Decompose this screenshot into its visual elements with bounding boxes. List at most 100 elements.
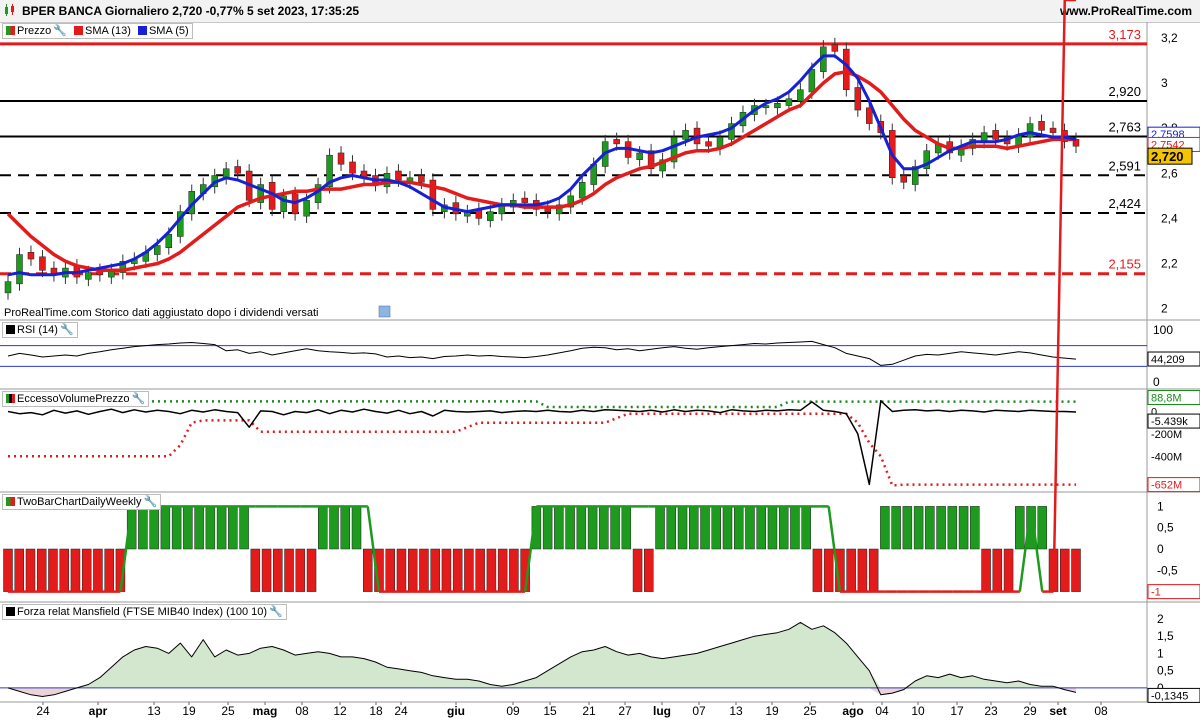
two-bar (880, 506, 890, 550)
two-bar (644, 548, 654, 592)
two-bar (138, 506, 148, 550)
candle-body (4, 281, 12, 294)
two-bar (891, 506, 901, 550)
two-bar (407, 548, 418, 592)
x-tick-label: 24 (36, 704, 50, 718)
two-bar (340, 506, 351, 550)
rsi-last-value: 44,209 (1151, 354, 1185, 366)
level-label: 2,155 (1108, 257, 1141, 272)
two-bar (565, 506, 575, 550)
level-label: 2,763 (1108, 119, 1141, 134)
two-bar (925, 506, 935, 550)
two-bar (1071, 548, 1081, 592)
two-bar (767, 506, 778, 550)
two-bar (396, 548, 407, 592)
price-tick-label: 2,4 (1161, 211, 1178, 225)
twobar-tick-label: 0 (1157, 542, 1164, 556)
evp-label: EccessoVolumePrezzo (17, 393, 130, 405)
candle-body (165, 233, 173, 249)
two-bar (632, 548, 643, 592)
two-bar (160, 506, 171, 550)
two-bar (711, 506, 722, 550)
candle-body (395, 170, 402, 181)
x-tick-label: 25 (803, 704, 817, 718)
data-note: ProRealTime.com Storico dati aggiustato … (4, 307, 319, 319)
candle-body (39, 256, 46, 271)
two-bar (183, 506, 193, 550)
two-bar (48, 548, 58, 592)
wrench-icon[interactable]: 🔧 (269, 606, 283, 618)
x-tick-label: 19 (765, 704, 779, 718)
two-bar (273, 548, 283, 592)
candle-body (521, 197, 529, 203)
candle-body (578, 182, 586, 199)
x-tick-label: 13 (729, 704, 743, 718)
two-bar (475, 548, 485, 592)
level-label: 3,173 (1108, 27, 1141, 42)
two-bar (250, 548, 261, 592)
evp-upper-last-value: 88,8M (1151, 393, 1182, 405)
mansfield-negative-area (8, 687, 1076, 697)
two-bar (3, 548, 13, 592)
mansfield-legend[interactable]: Forza relat Mansfield (FTSE MIB40 Index)… (2, 604, 287, 620)
x-tick-label: 21 (582, 704, 596, 718)
twobar-label: TwoBarChartDailyWeekly (17, 496, 142, 508)
level-label: 2,424 (1108, 196, 1141, 211)
two-bar (1037, 506, 1048, 550)
x-tick-label: giu (447, 704, 465, 718)
two-bar (70, 548, 81, 592)
evp-lower-line (8, 412, 1076, 487)
price-legend[interactable]: Prezzo 🔧 SMA (13) SMA (5) (2, 23, 193, 39)
candle-body (154, 245, 161, 255)
two-bar (610, 506, 620, 550)
evp-legend[interactable]: EccessoVolumePrezzo 🔧 (2, 391, 150, 407)
wrench-icon[interactable]: 🔧 (132, 393, 146, 405)
x-tick-label: 13 (147, 704, 161, 718)
two-bar (790, 506, 800, 550)
evp-swatch-icon (6, 394, 15, 403)
two-bar (823, 548, 834, 592)
two-bar (981, 548, 991, 592)
twobar-legend[interactable]: TwoBarChartDailyWeekly 🔧 (2, 494, 162, 510)
x-tick-label: 10 (911, 704, 925, 718)
sma13-legend[interactable]: SMA (13) (74, 25, 131, 37)
two-bar (295, 548, 306, 592)
x-tick-label: 07 (692, 704, 706, 718)
wrench-icon[interactable]: 🔧 (60, 324, 74, 336)
mansfield-last-value: -0,1345 (1151, 690, 1188, 702)
two-bar (93, 548, 103, 592)
two-bar (689, 506, 699, 550)
two-bar-line (1052, 0, 1067, 592)
candle-body (705, 141, 712, 147)
two-bar (194, 506, 204, 550)
table-icon (378, 305, 391, 318)
x-tick-label: 24 (394, 704, 408, 718)
candle-body (774, 103, 781, 109)
two-bar (464, 548, 474, 592)
rsi-swatch-icon (6, 325, 15, 334)
candle-body (866, 107, 873, 124)
two-bar (542, 506, 553, 550)
x-tick-label: apr (89, 704, 108, 718)
two-bar (419, 548, 429, 592)
evp-indicator-line (7, 400, 1077, 486)
two-bar (351, 506, 362, 550)
wrench-icon[interactable]: 🔧 (144, 496, 158, 508)
wrench-icon[interactable]: 🔧 (53, 25, 67, 37)
candle-body (831, 44, 839, 52)
sma5-legend[interactable]: SMA (5) (137, 25, 189, 37)
x-tick-label: 04 (875, 704, 889, 718)
two-bar (733, 506, 744, 550)
x-tick-label: 23 (984, 704, 998, 718)
two-bar (228, 506, 238, 550)
candle-body (613, 139, 620, 145)
rsi-legend[interactable]: RSI (14) 🔧 (2, 322, 78, 338)
x-tick-label: 15 (543, 704, 557, 718)
two-bar (970, 506, 980, 550)
two-bar (306, 548, 317, 592)
candle-body (303, 200, 310, 217)
candle-body (234, 166, 241, 174)
candle-swatch-icon (6, 26, 15, 35)
two-bar (486, 548, 497, 592)
two-bar (329, 506, 339, 550)
